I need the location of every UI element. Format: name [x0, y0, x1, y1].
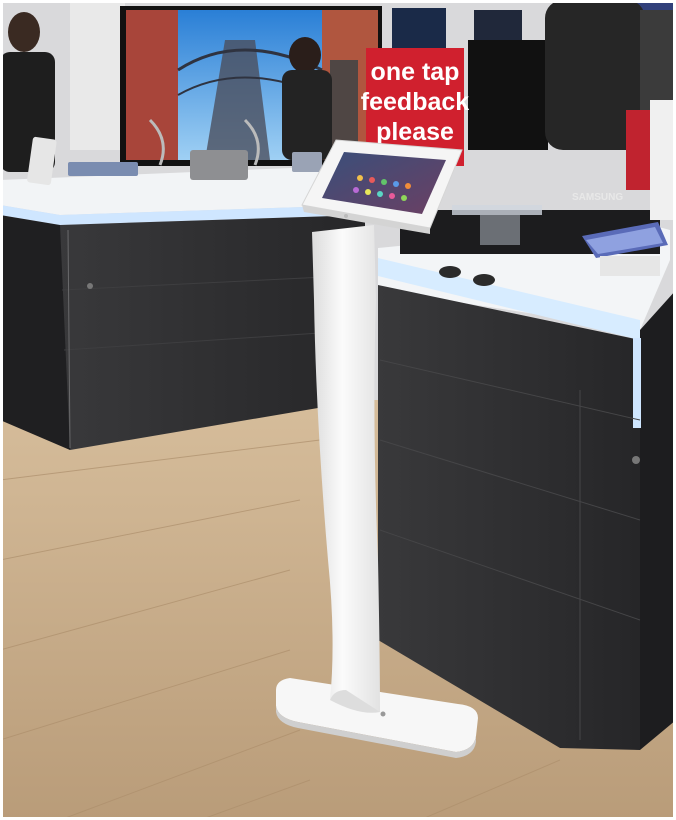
- wall-screen: [474, 10, 522, 40]
- sign-line-1: one tap: [371, 58, 460, 86]
- store-scene: one tap feedback please SAMSUNG: [0, 0, 676, 820]
- dark-display: [468, 40, 548, 150]
- home-button-icon: [344, 214, 348, 218]
- sign-line-2: feedback: [361, 88, 469, 116]
- wall-pillar: [70, 0, 125, 150]
- store-photo: one tap feedback please SAMSUNG: [0, 0, 676, 820]
- brand-label: SAMSUNG: [572, 192, 623, 203]
- wall-screen: [392, 8, 446, 48]
- sign-line-3: please: [376, 118, 454, 146]
